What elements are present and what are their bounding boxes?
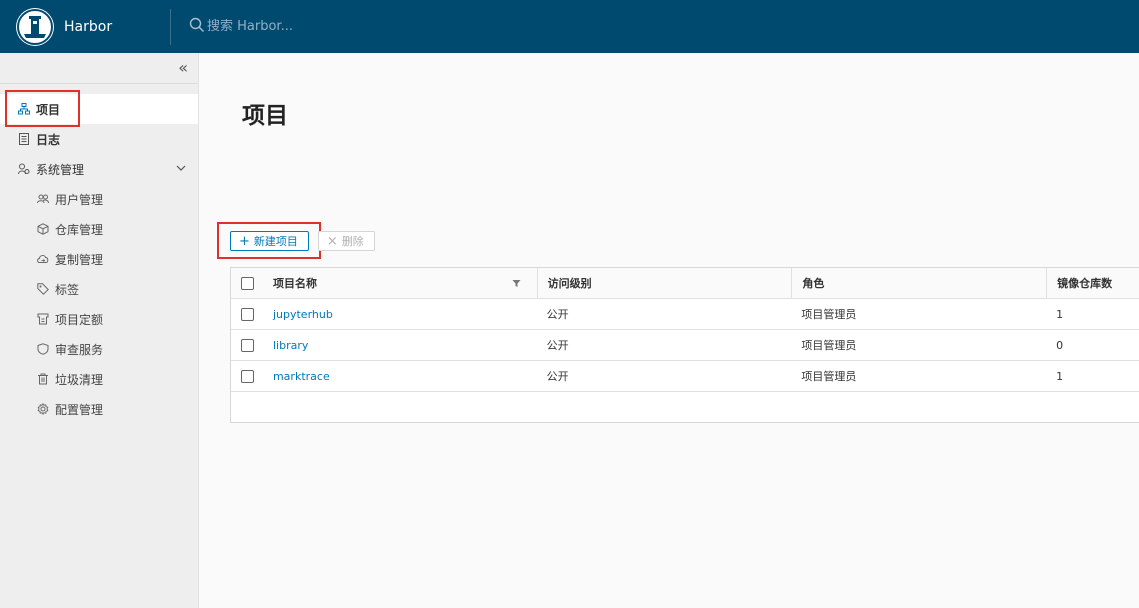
app-name: Harbor: [64, 18, 113, 35]
row-checkbox[interactable]: [241, 338, 254, 352]
sidebar-item-labels[interactable]: 标签: [0, 274, 198, 304]
sidebar-item-label: 审查服务: [55, 342, 104, 357]
logs-icon: [18, 133, 30, 145]
gear-icon: [37, 403, 49, 415]
table-row[interactable]: jupyterhub 公开 项目管理员 1: [231, 299, 1139, 330]
sidebar-item-label: 系统管理: [36, 162, 85, 177]
sidebar-item-registries[interactable]: 仓库管理: [0, 214, 198, 244]
top-header: Harbor: [0, 0, 1139, 53]
sidebar-item-label: 项目定额: [55, 312, 104, 327]
registry-icon: [37, 223, 49, 235]
column-header-label: 访问级别: [547, 277, 592, 290]
new-project-label: 新建项目: [253, 235, 298, 248]
sidebar-item-replication[interactable]: 复制管理: [0, 244, 198, 274]
column-header-name[interactable]: 项目名称: [263, 268, 537, 298]
role: 项目管理员: [801, 370, 857, 383]
page-title: 项目: [242, 103, 288, 129]
repo-count: 1: [1056, 307, 1064, 321]
users-icon: [37, 193, 49, 205]
select-all-checkbox[interactable]: [241, 276, 254, 290]
role: 项目管理员: [801, 339, 857, 352]
sidebar-item-interrogation[interactable]: 审查服务: [0, 334, 198, 364]
sidebar-item-label: 用户管理: [55, 192, 104, 207]
role: 项目管理员: [801, 308, 857, 321]
sidebar-item-quotas[interactable]: 项目定额: [0, 304, 198, 334]
access-level: 公开: [546, 370, 569, 383]
column-header-label: 镜像仓库数: [1057, 277, 1113, 290]
harbor-logo-icon: [16, 7, 54, 46]
highlight-box-projects: [5, 90, 80, 127]
new-project-button[interactable]: + 新建项目: [230, 231, 309, 251]
brand[interactable]: Harbor: [0, 0, 170, 53]
select-all-cell: [231, 268, 263, 298]
column-header-repo-count[interactable]: 镜像仓库数: [1046, 268, 1139, 298]
sidebar-item-gc[interactable]: 垃圾清理: [0, 364, 198, 394]
sidebar-item-label: 仓库管理: [55, 222, 104, 237]
project-name-link[interactable]: library: [273, 339, 308, 352]
sidebar-item-label: 复制管理: [55, 252, 104, 267]
tag-icon: [37, 283, 49, 295]
project-toolbar: + 新建项目 × 删除: [230, 231, 375, 251]
filter-icon[interactable]: [512, 278, 521, 291]
sidebar-item-label: 垃圾清理: [55, 372, 104, 387]
header-divider: [170, 8, 171, 45]
sidebar-item-label: 日志: [36, 132, 61, 147]
repo-count: 1: [1056, 369, 1064, 383]
sidebar-item-admin[interactable]: 系统管理: [0, 154, 198, 184]
plus-icon: +: [239, 233, 250, 249]
search-icon: [189, 17, 205, 37]
column-header-access[interactable]: 访问级别: [536, 268, 792, 298]
sidebar-item-logs[interactable]: 日志: [0, 124, 198, 154]
repo-count: 0: [1056, 338, 1064, 352]
search-input[interactable]: [207, 19, 407, 34]
column-header-role[interactable]: 角色: [791, 268, 1046, 298]
project-name-link[interactable]: marktrace: [273, 370, 330, 383]
project-name-link[interactable]: jupyterhub: [273, 308, 333, 321]
global-search[interactable]: [189, 17, 407, 37]
quota-icon: [37, 313, 49, 325]
column-header-label: 项目名称: [272, 277, 317, 290]
table-row[interactable]: marktrace 公开 项目管理员 1: [231, 361, 1139, 392]
sidebar-item-label: 配置管理: [55, 402, 104, 417]
admin-icon: [18, 163, 30, 175]
sidebar: « 项目 日志 系统管理 用户管理 仓库管理 复制管理 标签 项目定额 审查服务…: [0, 53, 199, 608]
table-footer: [231, 392, 1139, 421]
sidebar-item-label: 标签: [55, 282, 80, 297]
row-checkbox[interactable]: [241, 369, 254, 383]
replication-icon: [37, 253, 49, 265]
chevron-down-icon[interactable]: [176, 162, 186, 176]
row-checkbox[interactable]: [241, 307, 254, 321]
delete-button[interactable]: × 删除: [317, 231, 375, 251]
shield-icon: [37, 343, 49, 355]
access-level: 公开: [546, 339, 569, 352]
trash-icon: [37, 373, 49, 385]
sidebar-item-config[interactable]: 配置管理: [0, 394, 198, 424]
sidebar-item-users[interactable]: 用户管理: [0, 184, 198, 214]
table-header: 项目名称 访问级别 角色 镜像仓库数: [231, 268, 1139, 299]
delete-label: 删除: [341, 235, 364, 248]
table-row[interactable]: library 公开 项目管理员 0: [231, 330, 1139, 361]
projects-table: 项目名称 访问级别 角色 镜像仓库数 jupyterhub 公开 项目管理员 1…: [230, 267, 1139, 423]
sidebar-collapse-icon[interactable]: «: [0, 53, 198, 84]
close-icon: ×: [326, 233, 338, 249]
access-level: 公开: [546, 308, 569, 321]
column-header-label: 角色: [802, 277, 825, 290]
